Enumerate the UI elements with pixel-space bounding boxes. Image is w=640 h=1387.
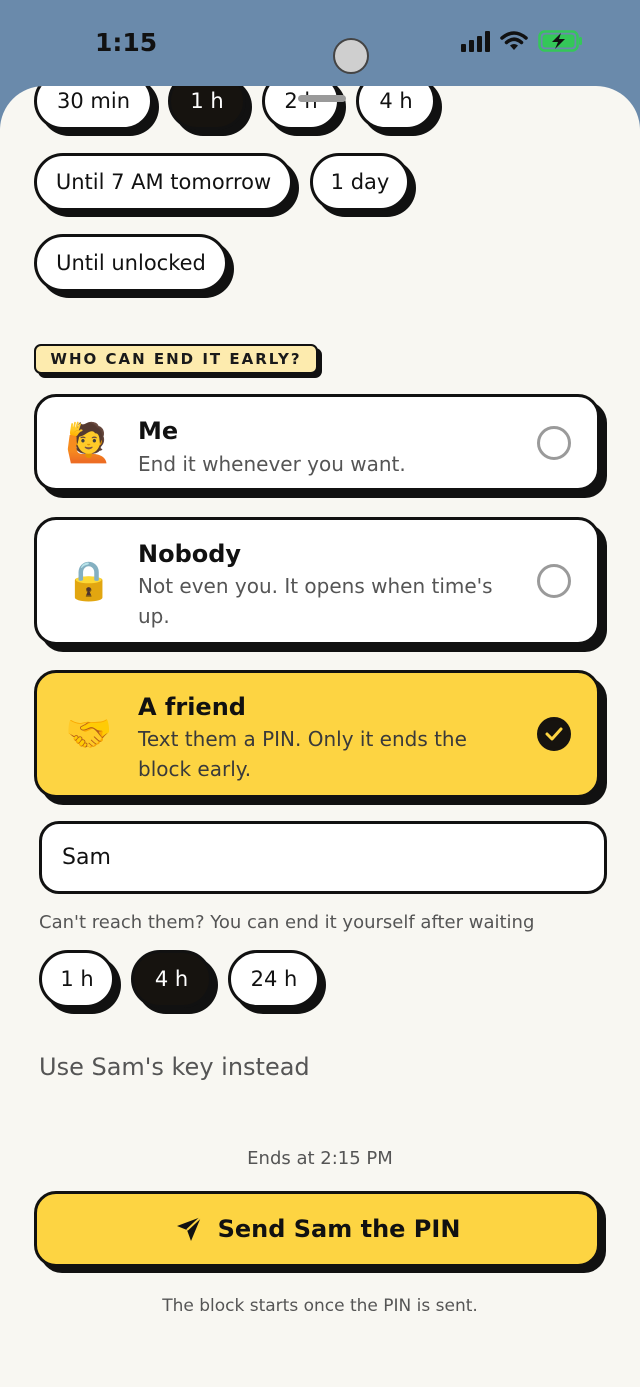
wait-4-h[interactable]: 4 h	[131, 950, 212, 1008]
handshake-icon: 🤝	[65, 711, 113, 756]
wait-1-h[interactable]: 1 h	[39, 950, 115, 1008]
option-nobody-title: Nobody	[138, 540, 242, 568]
option-nobody-radio[interactable]	[537, 564, 571, 598]
duration-2-h[interactable]: 2 h	[262, 86, 340, 130]
send-pin-label: Send Sam the PIN	[217, 1215, 461, 1243]
friend-name-input[interactable]: Sam	[39, 821, 607, 894]
option-friend[interactable]: 🤝 A friend Text them a PIN. Only it ends…	[34, 670, 600, 798]
duration-30-min[interactable]: 30 min	[34, 86, 153, 130]
status-icons	[461, 30, 584, 52]
option-friend-title: A friend	[138, 693, 246, 721]
option-me[interactable]: 🙋 Me End it whenever you want.	[34, 394, 600, 491]
sheet-grabber[interactable]	[298, 95, 346, 102]
cellular-signal-icon	[461, 30, 490, 52]
raising-hand-icon: 🙋	[65, 420, 113, 464]
status-bar: 1:15	[0, 0, 640, 90]
pin-footnote: The block starts once the PIN is sent.	[162, 1296, 478, 1316]
battery-charging-icon	[538, 30, 582, 52]
option-nobody[interactable]: 🔒 Nobody Not even you. It opens when tim…	[34, 517, 600, 645]
duration-1-h[interactable]: 1 h	[168, 86, 246, 130]
ends-at-text: Ends at 2:15 PM	[247, 1148, 393, 1169]
duration-until-unlocked[interactable]: Until unlocked	[34, 234, 228, 292]
duration-until-7am[interactable]: Until 7 AM tomorrow	[34, 153, 293, 211]
option-friend-radio[interactable]	[537, 717, 571, 751]
duration-1-day[interactable]: 1 day	[310, 153, 410, 211]
option-me-title: Me	[138, 417, 179, 445]
wifi-icon	[500, 31, 528, 50]
front-camera	[333, 38, 369, 74]
option-nobody-description: Not even you. It opens when time's up.	[138, 574, 493, 628]
lock-icon: 🔒	[65, 558, 113, 603]
duration-4-h[interactable]: 4 h	[356, 86, 436, 130]
option-me-description: End it whenever you want.	[138, 452, 406, 476]
use-key-link[interactable]: Use Sam's key instead	[39, 1053, 310, 1081]
option-me-radio[interactable]	[537, 425, 571, 460]
block-settings-sheet: 30 min 1 h 2 h 4 h Until 7 AM tomorrow 1…	[0, 86, 640, 1387]
fallback-hint: Can't reach them? You can end it yoursel…	[39, 912, 535, 933]
send-pin-button[interactable]: Send Sam the PIN	[34, 1191, 600, 1267]
status-time: 1:15	[95, 28, 158, 57]
paper-plane-icon	[176, 1216, 202, 1241]
wait-24-h[interactable]: 24 h	[228, 950, 320, 1008]
who-can-end-label: WHO CAN END IT EARLY?	[34, 344, 318, 374]
checkmark-icon	[545, 727, 563, 741]
option-friend-description: Text them a PIN. Only it ends the block …	[138, 727, 467, 781]
